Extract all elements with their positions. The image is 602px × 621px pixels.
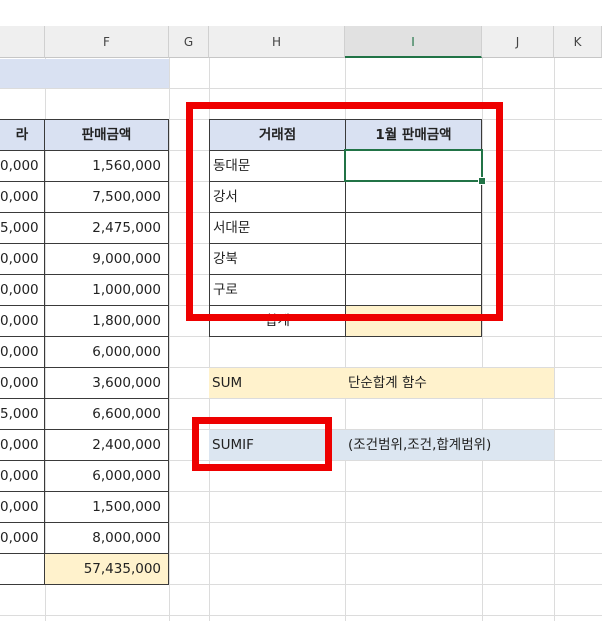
column-header-f[interactable]: F: [45, 26, 169, 58]
partial-value-cell[interactable]: 0,000: [0, 305, 45, 337]
partial-value-cell[interactable]: 0,000: [0, 367, 45, 399]
column-header-j[interactable]: J: [482, 26, 554, 58]
gridline-vertical: [554, 58, 555, 621]
column-header-k[interactable]: K: [554, 26, 602, 58]
amount-value-cell[interactable]: 9,000,000: [44, 243, 169, 275]
partial-value-cell[interactable]: 0,000: [0, 243, 45, 275]
amount-value-cell[interactable]: 1,800,000: [44, 305, 169, 337]
partial-value-cell[interactable]: 0,000: [0, 491, 45, 523]
gridline-vertical: [169, 58, 170, 621]
partial-value-cell[interactable]: 0,000: [0, 150, 45, 182]
partial-value-cell[interactable]: 0,000: [0, 336, 45, 368]
column-header-e[interactable]: [0, 26, 45, 58]
amount-value-cell[interactable]: 2,400,000: [44, 429, 169, 461]
amount-value-cell[interactable]: 2,475,000: [44, 212, 169, 244]
amount-value-cell[interactable]: 3,600,000: [44, 367, 169, 399]
column-header-i[interactable]: I: [345, 26, 482, 58]
highlight-box-sumif: [192, 417, 332, 471]
amount-value-cell[interactable]: 6,600,000: [44, 398, 169, 430]
total-partial-cell[interactable]: [0, 553, 45, 585]
amount-value-cell[interactable]: 1,560,000: [44, 150, 169, 182]
sumif-desc-cell[interactable]: (조건범위,조건,합계범위): [345, 430, 554, 460]
partial-value-cell[interactable]: 0,000: [0, 460, 45, 492]
amount-header-cell[interactable]: 판매금액: [44, 119, 169, 151]
amount-value-cell[interactable]: 1,500,000: [44, 491, 169, 523]
partial-value-cell[interactable]: 0,000: [0, 429, 45, 461]
sum-label-cell[interactable]: SUM: [209, 368, 345, 398]
highlight-box-table: [186, 102, 503, 321]
amount-value-cell[interactable]: 6,000,000: [44, 460, 169, 492]
grand-total-cell[interactable]: 57,435,000: [44, 553, 169, 585]
amount-value-cell[interactable]: 1,000,000: [44, 274, 169, 306]
partial-value-cell[interactable]: 0,000: [0, 274, 45, 306]
formula-bar-area: [0, 0, 602, 26]
column-header-h[interactable]: H: [209, 26, 345, 58]
amount-value-cell[interactable]: 8,000,000: [44, 522, 169, 554]
sum-desc-cell[interactable]: 단순합계 함수: [345, 368, 554, 398]
amount-value-cell[interactable]: 7,500,000: [44, 181, 169, 213]
partial-header-cell[interactable]: 라: [0, 119, 45, 151]
partial-value-cell[interactable]: 5,000: [0, 212, 45, 244]
partial-value-cell[interactable]: 5,000: [0, 398, 45, 430]
gridline-horizontal: [0, 615, 602, 616]
gridline-horizontal: [0, 88, 602, 89]
partial-value-cell[interactable]: 0,000: [0, 522, 45, 554]
column-header-g[interactable]: G: [169, 26, 209, 58]
amount-value-cell[interactable]: 6,000,000: [44, 336, 169, 368]
partial-value-cell[interactable]: 0,000: [0, 181, 45, 213]
banner-cell[interactable]: [0, 59, 169, 88]
